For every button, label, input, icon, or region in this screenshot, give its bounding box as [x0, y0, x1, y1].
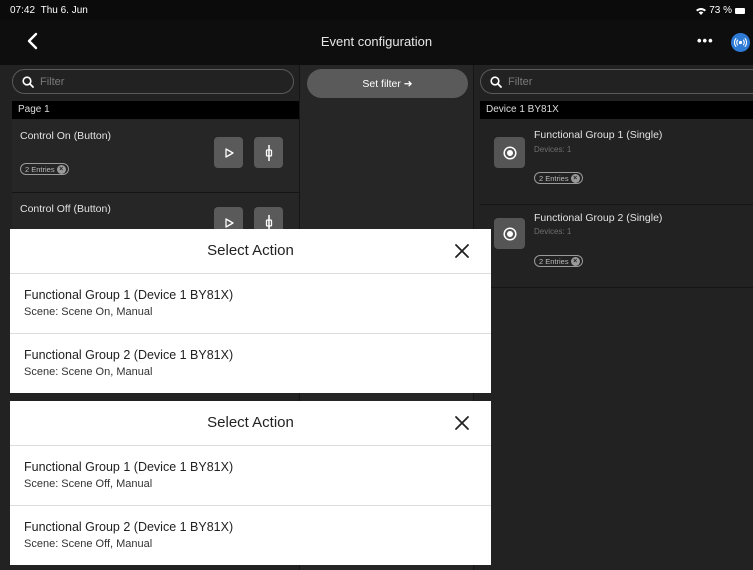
entries-badge[interactable]: 2 Entries × [534, 255, 583, 267]
dialog-header: Select Action [10, 229, 491, 274]
nav-bar: Event configuration ••• [0, 20, 753, 65]
select-group-button[interactable] [494, 137, 525, 168]
play-button[interactable] [214, 137, 243, 168]
entries-badge[interactable]: 2 Entries × [20, 163, 69, 175]
entries-badge[interactable]: 2 Entries × [534, 172, 583, 184]
group-title: Functional Group 2 (Single) [534, 212, 663, 224]
action-title: Functional Group 2 (Device 1 BY81X) [24, 348, 234, 362]
status-bar: 07:42 Thu 6. Jun 73 % [0, 0, 753, 20]
section-header-device: Device 1 BY81X [480, 101, 753, 119]
select-action-dialog-on: Select Action Functional Group 1 (Device… [10, 229, 491, 393]
search-icon [22, 75, 34, 88]
event-row-control-on[interactable]: Control On (Button) 2 Entries × [12, 120, 299, 193]
action-subtitle: Scene: Scene On, Manual [24, 366, 153, 378]
close-icon [455, 416, 469, 430]
action-title: Functional Group 1 (Device 1 BY81X) [24, 460, 234, 474]
remove-icon[interactable]: × [570, 256, 580, 266]
action-subtitle: Scene: Scene On, Manual [24, 306, 153, 318]
action-title: Functional Group 2 (Device 1 BY81X) [24, 520, 234, 534]
events-filter[interactable] [12, 69, 294, 94]
groups-column: Device 1 BY81X Functional Group 1 (Singl… [474, 65, 753, 570]
action-title: Functional Group 1 (Device 1 BY81X) [24, 288, 234, 302]
action-item[interactable]: Functional Group 2 (Device 1 BY81X) Scen… [10, 506, 491, 565]
status-time: 07:42 Thu 6. Jun [10, 5, 88, 16]
dialog-header: Select Action [10, 401, 491, 446]
page-title: Event configuration [320, 34, 433, 49]
section-header-page: Page 1 [12, 101, 299, 119]
entries-badge-label: 2 Entries [539, 173, 569, 183]
select-group-button[interactable] [494, 218, 525, 249]
radio-selected-icon [502, 226, 517, 241]
events-filter-input[interactable] [40, 75, 240, 88]
play-icon [224, 147, 234, 158]
battery-icon [735, 7, 745, 14]
more-button[interactable]: ••• [697, 33, 717, 49]
group-title: Functional Group 1 (Single) [534, 129, 663, 141]
battery-percent: 73 % [709, 5, 732, 16]
groups-filter-input[interactable] [508, 75, 708, 88]
group-row-2[interactable]: Functional Group 2 (Single) Devices: 1 2… [480, 205, 753, 288]
clock-date: Thu 6. Jun [40, 5, 88, 16]
entries-badge-label: 2 Entries [539, 256, 569, 266]
groups-filter[interactable] [480, 69, 753, 94]
wifi-icon [696, 7, 707, 15]
group-devices: Devices: 1 [534, 145, 572, 154]
action-item[interactable]: Functional Group 2 (Device 1 BY81X) Scen… [10, 334, 491, 393]
action-subtitle: Scene: Scene Off, Manual [24, 478, 153, 490]
radio-selected-icon [502, 145, 517, 160]
event-title: Control Off (Button) [20, 203, 111, 215]
close-button[interactable] [453, 414, 471, 432]
status-indicators: 73 % [696, 5, 745, 16]
remove-icon[interactable]: × [56, 164, 66, 174]
dialog-title: Select Action [207, 414, 294, 431]
search-icon [490, 75, 502, 88]
close-icon [455, 244, 469, 258]
signal-icon [265, 144, 272, 161]
signal-button[interactable] [254, 137, 283, 168]
close-button[interactable] [453, 242, 471, 260]
play-icon [224, 217, 234, 228]
group-row-1[interactable]: Functional Group 1 (Single) Devices: 1 2… [480, 120, 753, 205]
dialog-title: Select Action [207, 242, 294, 259]
action-item[interactable]: Functional Group 1 (Device 1 BY81X) Scen… [10, 274, 491, 334]
broadcast-icon [734, 37, 747, 48]
action-subtitle: Scene: Scene Off, Manual [24, 538, 153, 550]
action-item[interactable]: Functional Group 1 (Device 1 BY81X) Scen… [10, 446, 491, 506]
clock-time: 07:42 [10, 5, 36, 16]
entries-badge-label: 2 Entries [25, 164, 55, 174]
bus-status-button[interactable] [731, 33, 750, 52]
group-devices: Devices: 1 [534, 227, 572, 236]
event-title: Control On (Button) [20, 130, 112, 142]
set-filter-button[interactable]: Set filter ➜ [307, 69, 468, 98]
select-action-dialog-off: Select Action Functional Group 1 (Device… [10, 401, 491, 565]
remove-icon[interactable]: × [570, 173, 580, 183]
